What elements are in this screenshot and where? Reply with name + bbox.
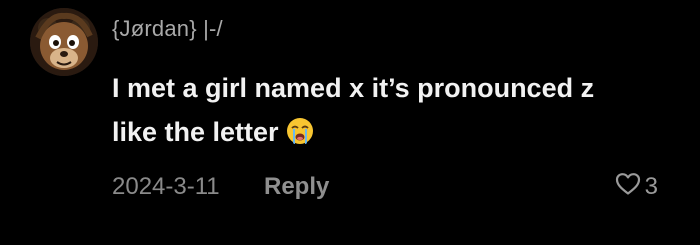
heart-icon	[615, 172, 641, 201]
avatar[interactable]	[30, 8, 98, 76]
like-button[interactable]: 3	[615, 172, 658, 201]
reply-button[interactable]: Reply	[264, 173, 329, 201]
comment-item: {Jørdan} |-/ I met a girl named x it’s p…	[0, 0, 700, 245]
comment-date: 2024-3-11	[112, 173, 220, 200]
comment-text: I met a girl named x it’s pronounced z l…	[112, 66, 682, 159]
comment-text-line-2: like the letter	[112, 110, 682, 159]
username[interactable]: {Jørdan} |-/	[112, 16, 223, 42]
like-count: 3	[644, 172, 658, 200]
comment-text-line-2-text: like the letter	[112, 117, 279, 147]
crying-emoji-icon	[285, 115, 315, 159]
comment-text-line-1: I met a girl named x it’s pronounced z	[112, 73, 595, 103]
